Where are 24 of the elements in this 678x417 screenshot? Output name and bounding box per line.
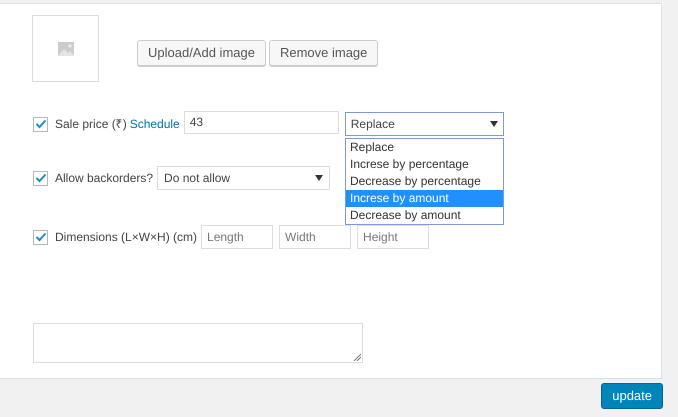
upload-image-button[interactable]: Upload/Add image — [137, 40, 266, 66]
dropdown-option[interactable]: Decrease by percentage — [346, 173, 503, 190]
checkbox[interactable] — [33, 116, 48, 132]
image-icon — [58, 42, 74, 56]
dropdown-option[interactable]: Increse by percentage — [346, 156, 503, 173]
dimension-input[interactable]: Length — [201, 225, 274, 249]
dropdown-option[interactable]: Replace — [346, 139, 503, 156]
remove-image-button[interactable]: Remove image — [268, 40, 378, 66]
dropdown-option[interactable]: Decrease by amount — [346, 207, 503, 224]
caret-icon — [315, 175, 324, 181]
field-label: Sale price (₹) — [55, 116, 127, 133]
checkbox[interactable] — [33, 230, 48, 244]
dimension-input[interactable]: Width — [279, 225, 352, 249]
backorders-select[interactable]: Do not allow — [157, 166, 330, 190]
update-button[interactable]: update — [601, 383, 663, 409]
schedule-link[interactable]: Schedule — [130, 115, 180, 133]
field-label: Allow backorders? — [55, 170, 154, 187]
caret-icon — [490, 121, 498, 127]
field-label: Dimensions (L×W×H) (cm) — [55, 229, 198, 246]
price-input[interactable]: 43 — [184, 110, 339, 134]
dimension-input[interactable]: Height — [357, 225, 430, 249]
resize-handle-icon — [353, 353, 361, 361]
mode-select[interactable]: Replace — [344, 112, 504, 136]
checkbox[interactable] — [33, 170, 48, 186]
